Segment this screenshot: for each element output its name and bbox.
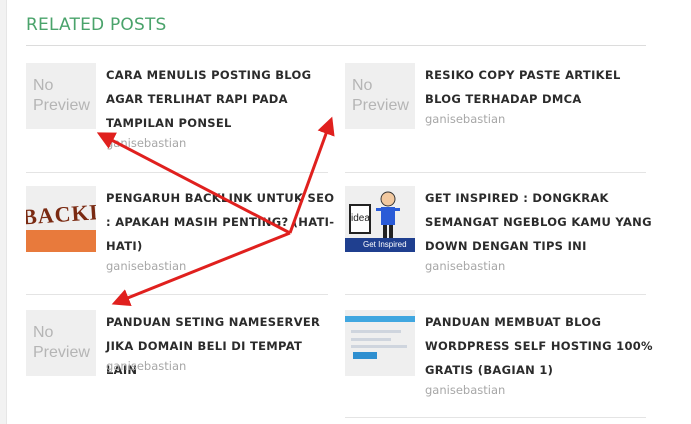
heading-divider: [26, 45, 646, 46]
backlink-thumbnail-text: BACKLINK: [26, 195, 96, 230]
related-post-card: No Preview PANDUAN SETING NAMESERVER JIK…: [26, 310, 326, 410]
thumbnail-line: [351, 345, 407, 348]
thumbnail-line: [351, 330, 401, 333]
post-thumbnail[interactable]: [345, 310, 415, 376]
post-thumbnail[interactable]: idea Get Inspired: [345, 186, 415, 252]
post-thumbnail[interactable]: No Preview: [26, 310, 96, 376]
no-preview-placeholder: No Preview: [352, 77, 409, 114]
post-author: ganisebastian: [106, 359, 187, 373]
thumbnail-header-bar: [345, 316, 415, 322]
post-author: ganisebastian: [425, 259, 506, 273]
post-thumbnail[interactable]: No Preview: [26, 63, 96, 129]
post-divider: [345, 172, 646, 173]
thumbnail-line: [351, 338, 391, 341]
no-preview-placeholder: No Preview: [33, 324, 90, 361]
post-author: ganisebastian: [106, 259, 187, 273]
related-posts-page: RELATED POSTS No Preview CARA MENULIS PO…: [0, 0, 691, 424]
related-post-card: BACKLINK PENGARUH BACKLINK UNTUK SEO : A…: [26, 186, 334, 286]
post-author: ganisebastian: [425, 383, 506, 397]
post-author: ganisebastian: [425, 112, 506, 126]
related-post-card: idea Get Inspired GET INSPIRED : DONGKRA…: [345, 186, 652, 286]
post-title-link[interactable]: PANDUAN MEMBUAT BLOG WORDPRESS SELF HOST…: [425, 310, 655, 382]
idea-sign: idea: [349, 204, 371, 234]
left-border: [0, 0, 7, 424]
post-divider: [26, 294, 328, 295]
no-preview-placeholder: No Preview: [33, 77, 90, 114]
thumbnail-strip: [26, 230, 96, 252]
post-thumbnail[interactable]: No Preview: [345, 63, 415, 129]
post-divider: [26, 172, 328, 173]
thumbnail-button: [353, 352, 377, 359]
related-post-card: No Preview CARA MENULIS POSTING BLOG AGA…: [26, 63, 326, 163]
post-thumbnail[interactable]: BACKLINK: [26, 186, 96, 252]
related-post-card: PANDUAN MEMBUAT BLOG WORDPRESS SELF HOST…: [345, 310, 653, 410]
person-icon: [376, 191, 400, 238]
related-post-card: No Preview RESIKO COPY PASTE ARTIKEL BLO…: [345, 63, 645, 163]
post-divider: [345, 294, 646, 295]
thumbnail-caption: Get Inspired: [345, 238, 415, 252]
post-divider: [345, 417, 646, 418]
post-title-link[interactable]: CARA MENULIS POSTING BLOG AGAR TERLIHAT …: [106, 63, 331, 135]
related-posts-heading: RELATED POSTS: [26, 15, 167, 35]
post-title-link[interactable]: GET INSPIRED : DONGKRAK SEMANGAT NGEBLOG…: [425, 186, 655, 258]
post-title-link[interactable]: PENGARUH BACKLINK UNTUK SEO : APAKAH MAS…: [106, 186, 336, 258]
post-author: ganisebastian: [106, 136, 187, 150]
post-title-link[interactable]: RESIKO COPY PASTE ARTIKEL BLOG TERHADAP …: [425, 63, 655, 111]
